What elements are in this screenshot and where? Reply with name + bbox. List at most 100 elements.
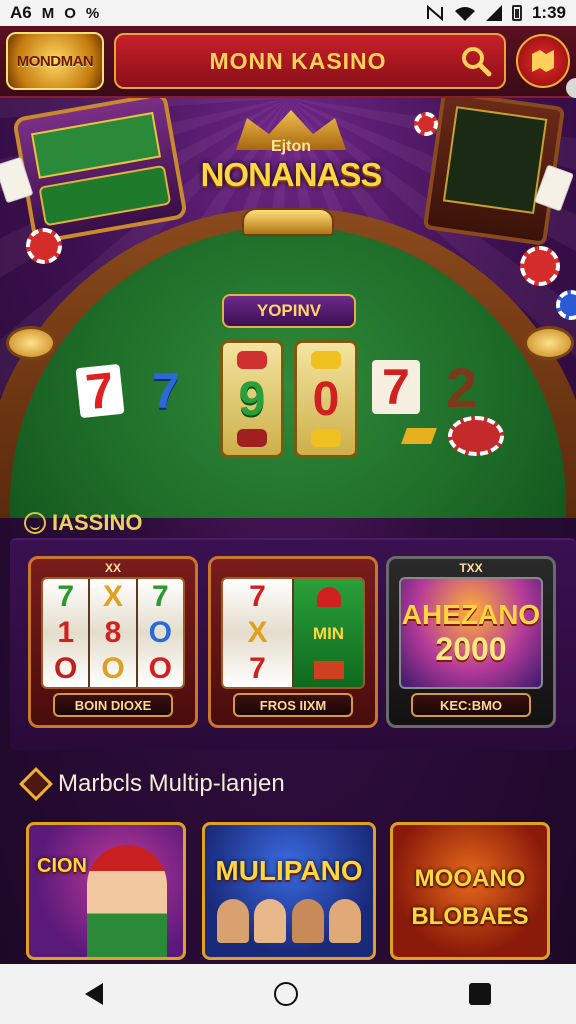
reel-column: 7 1 O [43,579,91,687]
reel-symbol: 7 [151,580,169,613]
app-header: MONDMAN MONN KASINO [0,26,576,98]
section-title-multiplayer: Marbcls Multip-lanjen [19,767,285,801]
diamond-icon [19,767,53,801]
map-icon[interactable] [516,34,570,88]
section-title-casino: IASSINO [24,510,142,536]
reel-symbol: 8 [104,616,122,649]
section-title-text: IASSINO [52,510,143,535]
slot-play-button[interactable]: FROS IIXM [233,693,353,717]
back-icon[interactable] [85,983,104,1005]
gem-icon [237,351,267,369]
reel-symbol: 7 [249,652,266,685]
reel-column: MIN [294,579,363,687]
table-knob [6,326,56,360]
table-handle [242,208,334,236]
signal-icon [485,5,502,21]
game-tile-title: MOOANO [414,865,526,892]
status-time: 1:39 [531,3,566,22]
game-tile[interactable]: CION [26,822,186,960]
poker-chip [520,246,560,286]
reel-symbol: MIN [312,623,345,643]
nfc-icon [426,5,443,21]
section-title-text: Marbcls Multip-lanjen [58,770,285,797]
promo-artwork: AHEZANO 2000 [399,577,543,689]
slot-game-card[interactable]: XX 7 1 O X 8 O 7 O O BOIN DIOXE [28,556,198,728]
machine-screen [442,106,548,215]
symbol-seven: 7 [372,360,420,414]
poker-chip [448,416,504,456]
reel-symbol: 7 [57,580,74,613]
promo-title: AHEZANO [401,598,541,630]
notification-m-icon: M [41,4,55,22]
hero-banner[interactable]: Ejton NONANASS YOPINV 7 7 9 0 7 2 [0,98,576,518]
search-bar[interactable]: MONN KASINO [114,33,506,89]
wifi-icon [454,7,475,21]
symbol-seven: 7 [75,362,125,420]
reel-symbol: O [53,652,78,685]
search-icon[interactable] [460,45,492,77]
status-right: 1:39 [426,3,566,23]
reel-symbol: 7 [249,580,266,613]
edge-handle[interactable] [566,78,576,98]
home-icon[interactable] [273,982,298,1006]
casino-app-screen: A6 M O % 1:39 MONDMAN MONN KASINO Ejton … [0,0,576,1024]
symbol-seven: 7 [152,363,180,419]
battery-icon [511,5,522,21]
status-left: A6 M O % [10,3,99,23]
coin-icon [311,429,341,447]
hero-badge: Ejton NONANASS [196,106,386,198]
hero-badge-sub: Ejton [271,138,311,155]
gem-icon [237,429,267,447]
search-label: MONN KASINO [209,47,387,74]
avatar [291,899,324,943]
slot-game-card[interactable]: TXX AHEZANO 2000 KEC:BMO [386,556,556,728]
game-tile-title: CION [37,855,87,877]
promo-amount: 2000 [435,630,507,667]
status-item-1: A6 [10,3,32,22]
avatar [217,899,249,943]
game-tile[interactable]: MOOANO BLOBAES [390,822,550,960]
poker-chip [414,112,438,136]
smile-icon [24,512,46,534]
avatar [328,899,361,943]
reel-symbol: X [102,580,123,613]
reel-2: 0 [294,340,358,458]
reel-symbol: O [101,652,125,685]
game-label[interactable]: YOPINV [222,294,356,328]
recents-icon[interactable] [468,983,491,1005]
game-tile[interactable]: MULIPANO [202,822,376,960]
slot-reels: 7 X 7 MIN [221,577,365,689]
poker-chip [26,228,62,264]
reel-symbol: O [148,652,172,685]
reel-column: 7 X 7 [223,579,294,687]
symbol-two: 2 [446,356,478,419]
game-tile-subtitle: BLOBAES [411,903,529,930]
players-row [217,899,361,949]
notification-o-icon: O [64,4,76,22]
app-logo[interactable]: MONDMAN [6,32,104,90]
avatar [254,899,287,943]
reel-column: 7 O O [137,579,183,687]
reel-column: X 8 O [90,579,138,687]
reel-symbol: O [148,616,172,649]
game-tile-title: MULIPANO [215,855,363,886]
notification-percent-icon: % [85,4,100,22]
reel-symbol: 1 [57,616,74,649]
reel-digit: 0 [312,372,340,426]
hero-title: NONANASS [200,156,383,193]
reel-digit: 9 [238,372,266,426]
slot-play-button[interactable]: BOIN DIOXE [53,693,173,717]
reel-symbol: X [247,616,268,649]
character-art [87,845,167,957]
slot-game-card[interactable]: 7 X 7 MIN FROS IIXM [208,556,378,728]
slot-reels: 7 1 O X 8 O 7 O O [41,577,185,689]
slot-card-top: TXX [459,561,483,575]
slot-play-button[interactable]: KEC:BMO [411,693,531,717]
system-nav-bar [0,964,576,1024]
bell-icon [316,587,341,608]
status-bar: A6 M O % 1:39 [0,0,576,26]
coin-icon [311,351,341,369]
gift-icon [313,660,344,679]
reel-1: 9 [220,340,284,458]
gold-bar-icon [401,428,437,444]
